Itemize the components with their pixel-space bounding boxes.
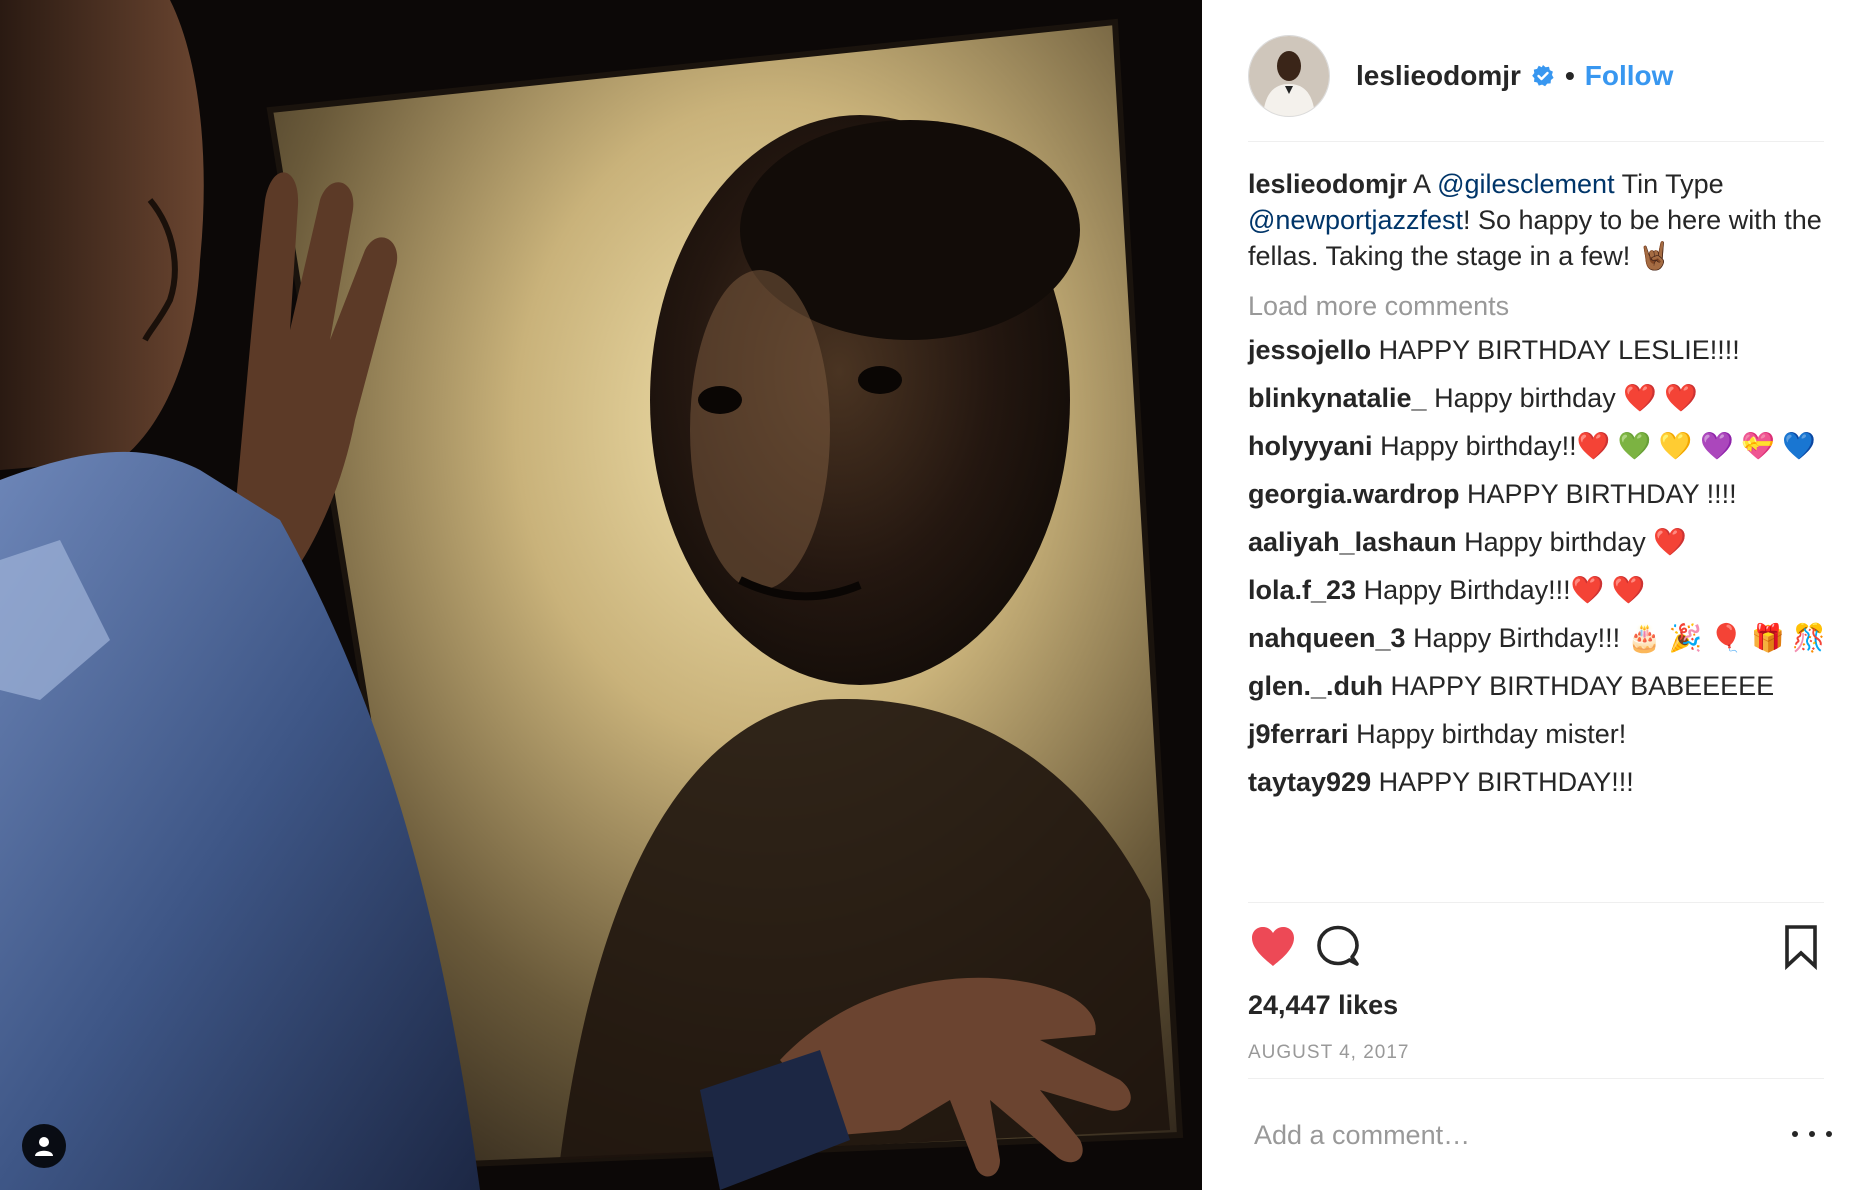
- comment-item: nahqueen_3 Happy Birthday!!! 🎂 🎉 🎈 🎁 🎊: [1248, 620, 1838, 656]
- comment-text: HAPPY BIRTHDAY LESLIE!!!!: [1378, 335, 1740, 365]
- follow-button[interactable]: Follow: [1585, 60, 1674, 92]
- post-photo[interactable]: [0, 0, 1202, 1190]
- comment-item: georgia.wardrop HAPPY BIRTHDAY !!!!: [1248, 476, 1838, 512]
- comment-icon[interactable]: [1314, 922, 1364, 972]
- comment-username[interactable]: georgia.wardrop: [1248, 479, 1460, 509]
- comment-item: aaliyah_lashaun Happy birthday ❤️: [1248, 524, 1838, 560]
- comment-username[interactable]: glen._.duh: [1248, 671, 1383, 701]
- separator-dot: •: [1564, 59, 1575, 91]
- comment-text: Happy Birthday!!! 🎂 🎉 🎈 🎁 🎊: [1413, 623, 1826, 653]
- comment-text: HAPPY BIRTHDAY BABEEEEE: [1390, 671, 1775, 701]
- comment-username[interactable]: jessojello: [1248, 335, 1371, 365]
- comment-item: holyyyani Happy birthday!!❤️ 💚 💛 💜 💝 💙: [1248, 428, 1838, 464]
- caption-mention[interactable]: @newportjazzfest: [1248, 205, 1463, 235]
- post-header: leslieodomjr • Follow: [1248, 24, 1824, 142]
- caption-username[interactable]: leslieodomjr: [1248, 169, 1407, 199]
- comment-username[interactable]: nahqueen_3: [1248, 623, 1406, 653]
- divider: [1248, 902, 1824, 903]
- more-options-icon[interactable]: [1792, 1122, 1832, 1146]
- heart-icon[interactable]: [1248, 922, 1298, 972]
- divider: [1248, 1078, 1824, 1079]
- comment-text: Happy birthday ❤️ ❤️: [1434, 383, 1698, 413]
- comment-text: HAPPY BIRTHDAY!!!: [1378, 767, 1634, 797]
- comments-section: leslieodomjr A @gilesclement Tin Type @n…: [1248, 166, 1838, 812]
- add-comment-input[interactable]: [1252, 1104, 1756, 1166]
- comment-item: blinkynatalie_ Happy birthday ❤️ ❤️: [1248, 380, 1838, 416]
- load-more-comments-button[interactable]: Load more comments: [1248, 288, 1838, 324]
- comment-username[interactable]: taytay929: [1248, 767, 1371, 797]
- caption-text: A: [1407, 169, 1438, 199]
- comment-item: taytay929 HAPPY BIRTHDAY!!!: [1248, 764, 1838, 800]
- header-username[interactable]: leslieodomjr: [1356, 60, 1521, 92]
- comment-username[interactable]: blinkynatalie_: [1248, 383, 1427, 413]
- comment-text: Happy birthday mister!: [1356, 719, 1627, 749]
- caption-text: Tin Type: [1614, 169, 1724, 199]
- comment-username[interactable]: holyyyani: [1248, 431, 1373, 461]
- comment-item: j9ferrari Happy birthday mister!: [1248, 716, 1838, 752]
- comment-username[interactable]: lola.f_23: [1248, 575, 1356, 605]
- more-dot: [1826, 1131, 1832, 1137]
- caption-mention[interactable]: @gilesclement: [1437, 169, 1614, 199]
- comment-text: Happy Birthday!!!❤️ ❤️: [1363, 575, 1646, 605]
- comment-username[interactable]: j9ferrari: [1248, 719, 1349, 749]
- comment-text: Happy birthday ❤️: [1464, 527, 1687, 557]
- comment-item: lola.f_23 Happy Birthday!!!❤️ ❤️: [1248, 572, 1838, 608]
- post-sidebar: leslieodomjr • Follow leslieodomjr A @gi…: [1202, 0, 1868, 1190]
- post-actions: [1248, 922, 1824, 972]
- post-caption: leslieodomjr A @gilesclement Tin Type @n…: [1248, 166, 1838, 274]
- post-date: AUGUST 4, 2017: [1248, 1042, 1410, 1063]
- user-tag-icon[interactable]: [22, 1124, 66, 1168]
- bookmark-icon[interactable]: [1776, 922, 1826, 972]
- more-dot: [1809, 1131, 1815, 1137]
- verified-badge-icon: [1531, 64, 1555, 88]
- avatar[interactable]: [1248, 34, 1330, 117]
- comment-text: HAPPY BIRTHDAY !!!!: [1467, 479, 1737, 509]
- comment-item: jessojello HAPPY BIRTHDAY LESLIE!!!!: [1248, 332, 1838, 368]
- comment-text: Happy birthday!!❤️ 💚 💛 💜 💝 💙: [1380, 431, 1816, 461]
- comment-username[interactable]: aaliyah_lashaun: [1248, 527, 1457, 557]
- more-dot: [1792, 1131, 1798, 1137]
- post-image: [0, 0, 1202, 1190]
- comment-item: glen._.duh HAPPY BIRTHDAY BABEEEEE: [1248, 668, 1838, 704]
- instagram-post: leslieodomjr • Follow leslieodomjr A @gi…: [0, 0, 1868, 1190]
- likes-count[interactable]: 24,447 likes: [1248, 990, 1398, 1021]
